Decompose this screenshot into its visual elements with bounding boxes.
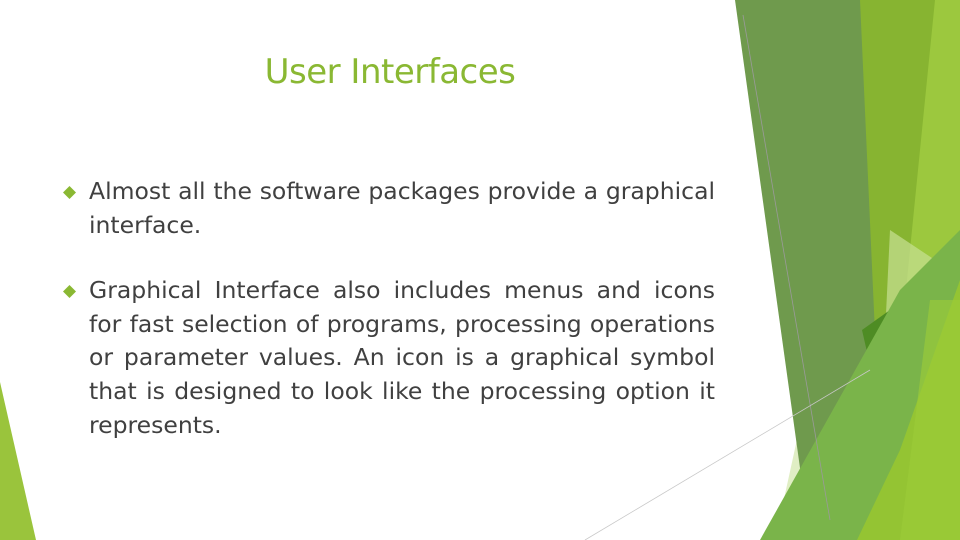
bullet-item: Graphical Interface also includes menus … (61, 274, 715, 442)
bullet-item: Almost all the software packages provide… (61, 175, 715, 242)
diamond-bullet-icon (63, 285, 76, 299)
slide-title: User Interfaces (264, 52, 516, 92)
bullet-text: Graphical Interface also includes menus … (89, 276, 715, 439)
bullet-text: Almost all the software packages provide… (89, 177, 715, 239)
slide-content: Almost all the software packages provide… (61, 175, 715, 474)
diamond-bullet-icon (63, 186, 76, 199)
left-accent-wedge (0, 382, 36, 540)
